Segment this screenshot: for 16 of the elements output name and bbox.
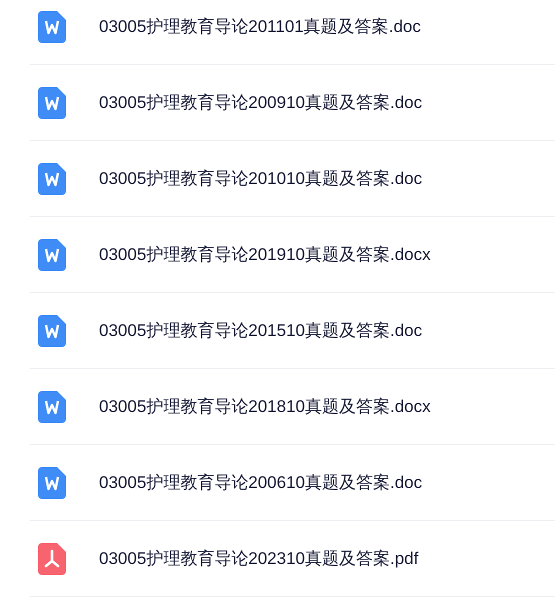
word-file-icon (38, 314, 66, 346)
word-file-icon (38, 10, 66, 42)
file-name[interactable]: 03005护理教育导论201510真题及答案.doc (99, 318, 422, 344)
file-name[interactable]: 03005护理教育导论202310真题及答案.pdf (99, 546, 418, 572)
word-file-icon (38, 238, 66, 270)
pdf-file-icon (38, 542, 66, 574)
word-file-icon (38, 86, 66, 118)
word-file-icon (38, 162, 66, 194)
file-name[interactable]: 03005护理教育导论201101真题及答案.doc (99, 14, 421, 40)
file-name[interactable]: 03005护理教育导论201910真题及答案.docx (99, 242, 431, 268)
word-file-icon (38, 390, 66, 422)
file-name[interactable]: 03005护理教育导论200910真题及答案.doc (99, 90, 422, 116)
word-file-icon (38, 466, 66, 498)
file-name[interactable]: 03005护理教育导论201810真题及答案.docx (99, 394, 431, 420)
file-name[interactable]: 03005护理教育导论201010真题及答案.doc (99, 166, 422, 192)
file-name[interactable]: 03005护理教育导论200610真题及答案.doc (99, 470, 422, 496)
